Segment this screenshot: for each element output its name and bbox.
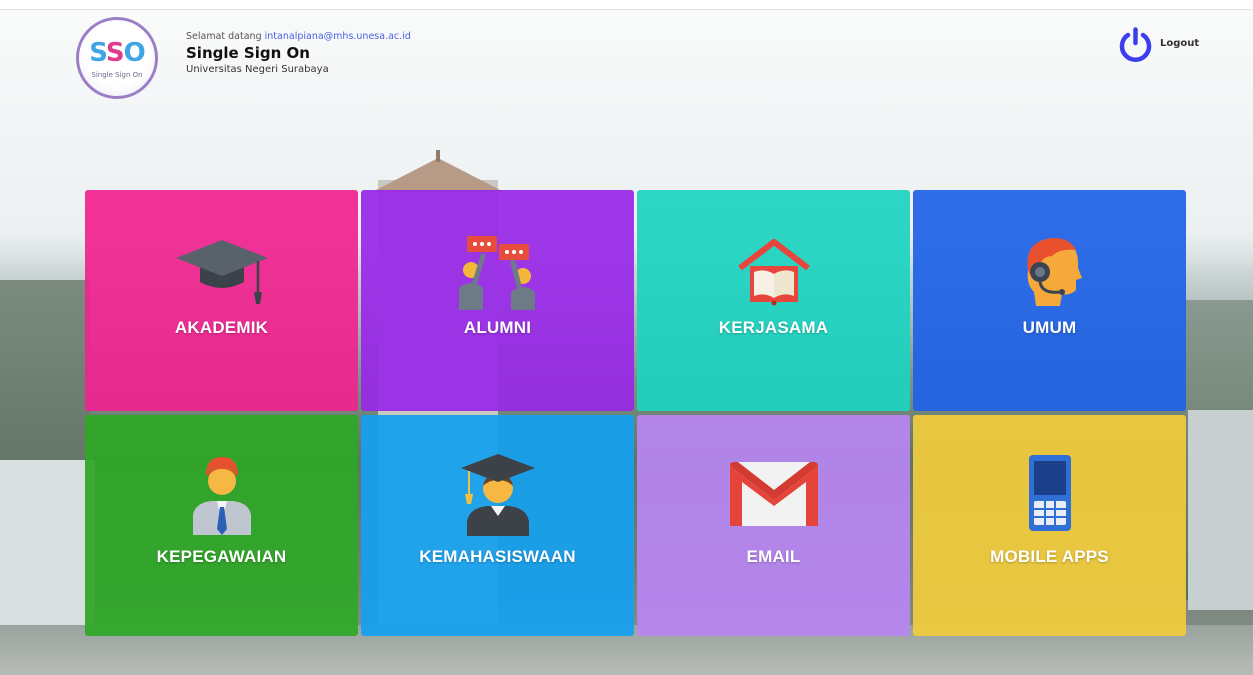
welcome-prefix: Selamat datang <box>186 31 265 42</box>
tile-label: EMAIL <box>746 547 801 566</box>
tile-umum[interactable]: UMUM <box>913 190 1186 411</box>
open-book-house-icon <box>637 230 910 310</box>
tile-kerjasama[interactable]: KERJASAMA <box>637 190 910 411</box>
tower-roof <box>372 158 504 192</box>
tile-email[interactable]: EMAIL <box>637 415 910 636</box>
tile-label: ALUMNI <box>463 318 532 337</box>
tile-label: KEMAHASISWAAN <box>419 547 576 566</box>
headset-support-icon <box>913 230 1186 310</box>
mobile-phone-icon <box>913 453 1186 533</box>
tile-alumni[interactable]: ALUMNI <box>361 190 634 411</box>
tile-mobile-apps[interactable]: MOBILE APPS <box>913 415 1186 636</box>
student-graduate-icon <box>361 453 634 536</box>
app-grid: AKADEMIK ALUMNI KERJASAMA UMUM KEPEGAWAI… <box>85 190 1188 636</box>
welcome-text: Selamat datang intanalpiana@mhs.unesa.ac… <box>186 31 411 42</box>
sso-logo: SSO Single Sign On <box>76 17 158 99</box>
sso-logo-subtext: Single Sign On <box>91 71 143 79</box>
tile-kepegawaian[interactable]: KEPEGAWAIAN <box>85 415 358 636</box>
tile-akademik[interactable]: AKADEMIK <box>85 190 358 411</box>
tile-kemahasiswaan[interactable]: KEMAHASISWAAN <box>361 415 634 636</box>
top-bar <box>0 0 1253 10</box>
tower-spire <box>436 150 440 162</box>
tile-label: MOBILE APPS <box>990 547 1109 566</box>
tile-label: KEPEGAWAIAN <box>156 547 287 566</box>
logout-button[interactable]: Logout <box>1117 27 1199 64</box>
employee-icon <box>85 453 358 535</box>
tile-label: UMUM <box>1022 318 1077 337</box>
app-title: Single Sign On <box>186 44 310 62</box>
user-email: intanalpiana@mhs.unesa.ac.id <box>264 31 411 42</box>
building-right <box>1188 410 1253 610</box>
university-name: Universitas Negeri Surabaya <box>186 64 329 75</box>
graduation-cap-icon <box>85 230 358 310</box>
gmail-icon <box>637 453 910 533</box>
power-icon <box>1119 27 1152 62</box>
sso-logo-mark: SSO <box>89 38 145 68</box>
alumni-chat-icon <box>361 230 634 310</box>
tile-label: AKADEMIK <box>174 318 269 337</box>
tile-label: KERJASAMA <box>718 318 829 337</box>
logout-label: Logout <box>1160 38 1200 49</box>
